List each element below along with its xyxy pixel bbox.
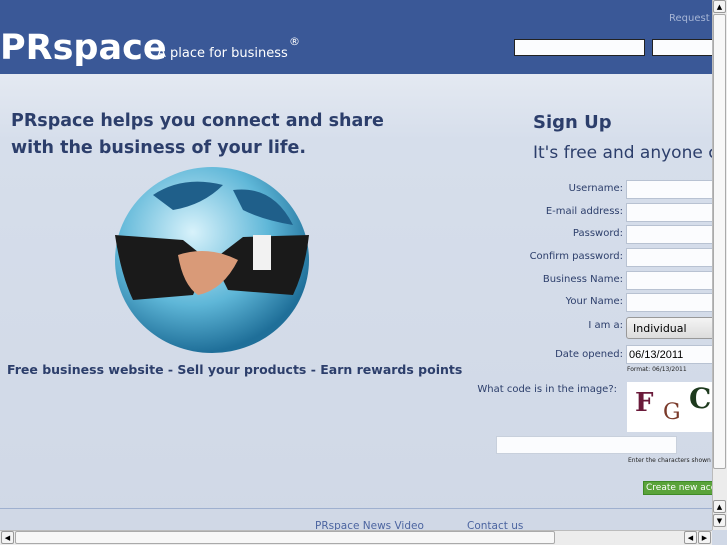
scroll-left-icon-2[interactable]: ◀: [684, 531, 697, 544]
scroll-up-icon-2[interactable]: ▲: [713, 500, 726, 513]
business-name-label: Business Name:: [542, 274, 623, 285]
horizontal-scrollbar[interactable]: ◀ ◀ ▶: [0, 530, 712, 545]
vertical-scrollbar[interactable]: ▲ ▲ ▼: [712, 0, 727, 530]
username-input[interactable]: [626, 180, 726, 199]
headline: PRspace helps you connect and share with…: [11, 111, 384, 158]
signup-title: Sign Up: [533, 112, 612, 133]
email-input[interactable]: [626, 203, 726, 222]
scroll-down-icon[interactable]: ▼: [713, 514, 726, 527]
password-input[interactable]: [626, 225, 726, 244]
create-account-button[interactable]: Create new account: [643, 481, 723, 495]
registered-mark: ®: [289, 35, 300, 48]
footer-divider: [0, 508, 712, 509]
captcha-label: What code is in the image?:: [477, 384, 617, 395]
login-email-input[interactable]: [514, 39, 645, 56]
signup-subtitle: It's free and anyone can: [533, 143, 727, 163]
tagline: A place for business: [157, 46, 288, 61]
scroll-left-icon[interactable]: ◀: [1, 531, 14, 544]
features-text: Free business website - Sell your produc…: [7, 362, 463, 377]
iam-label: I am a:: [588, 320, 623, 331]
confirm-password-input[interactable]: [626, 248, 726, 267]
username-label: Username:: [568, 183, 623, 194]
business-name-input[interactable]: [626, 271, 726, 290]
email-label: E-mail address:: [545, 206, 623, 217]
header: PRspace A place for business ® Request n: [0, 0, 719, 74]
vertical-scroll-thumb[interactable]: [713, 14, 726, 469]
confirm-password-label: Confirm password:: [529, 251, 623, 262]
date-format-hint: Format: 06/13/2011: [627, 366, 687, 373]
iam-select[interactable]: Individual: [626, 317, 726, 339]
login-password-input[interactable]: [652, 39, 714, 56]
scroll-right-icon[interactable]: ▶: [698, 531, 711, 544]
handshake-globe-image: [115, 167, 309, 353]
captcha-input[interactable]: [496, 436, 677, 454]
your-name-input[interactable]: [626, 293, 726, 312]
date-opened-label: Date opened:: [555, 349, 623, 360]
password-label: Password:: [572, 228, 623, 239]
your-name-label: Your Name:: [565, 296, 623, 307]
date-opened-input[interactable]: [626, 345, 726, 364]
scroll-up-icon[interactable]: ▲: [713, 0, 726, 13]
captcha-hint: Enter the characters shown: [628, 457, 711, 464]
logo[interactable]: PRspace: [0, 28, 167, 68]
horizontal-scroll-thumb[interactable]: [15, 531, 555, 544]
